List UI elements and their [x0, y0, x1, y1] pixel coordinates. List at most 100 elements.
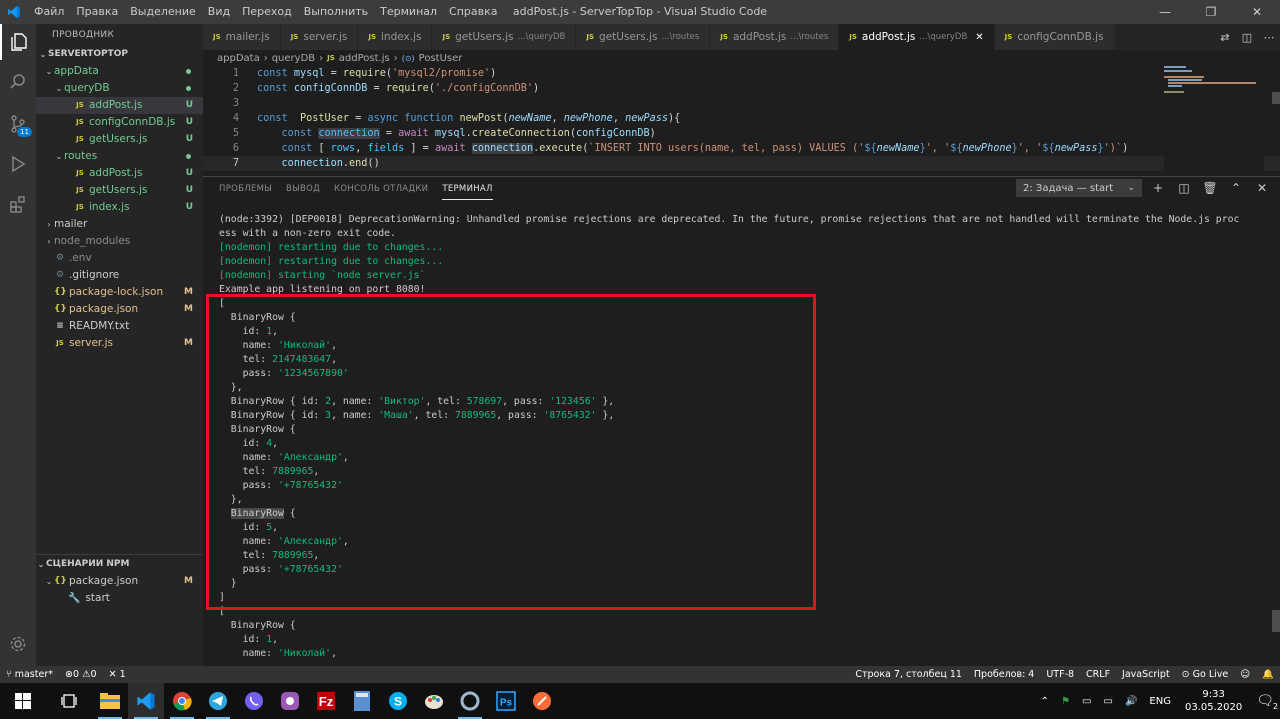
tree-item[interactable]: ⌄ routes: [36, 148, 203, 165]
encoding[interactable]: UTF-8: [1040, 669, 1080, 680]
trash-icon[interactable]: 🗑: [1200, 181, 1220, 195]
npm-script-item[interactable]: 🔧 start: [36, 590, 203, 607]
battery-icon[interactable]: ▭: [1076, 696, 1097, 707]
run-debug-icon[interactable]: [0, 146, 36, 182]
menu-item[interactable]: Вид: [202, 0, 236, 24]
language-mode[interactable]: JavaScript: [1116, 669, 1176, 680]
compare-changes-icon[interactable]: ⇄: [1214, 31, 1236, 44]
bell-icon[interactable]: 🔔: [1256, 669, 1280, 680]
menu-item[interactable]: Терминал: [374, 0, 443, 24]
terminal-select[interactable]: 2: Задача — start ⌄: [1016, 179, 1142, 197]
search-icon[interactable]: [0, 64, 36, 100]
vscode-taskbar-icon[interactable]: [128, 683, 164, 719]
explorer-icon[interactable]: [0, 24, 36, 60]
tree-item[interactable]: {} package-lock.json M: [36, 284, 203, 301]
tree-item[interactable]: JS addPost.js U: [36, 97, 203, 114]
task-view-icon[interactable]: [46, 683, 92, 719]
menu-item[interactable]: Правка: [70, 0, 124, 24]
postman-taskbar-icon[interactable]: [524, 683, 560, 719]
tree-item[interactable]: JS configConnDB.js U: [36, 114, 203, 131]
panel-tab[interactable]: ТЕРМИНАЛ: [442, 179, 493, 200]
menu-item[interactable]: Переход: [236, 0, 298, 24]
editor-tab[interactable]: JS getUsers.js ...\queryDB: [432, 24, 577, 50]
breadcrumb-item[interactable]: addPost.js: [339, 53, 390, 64]
tree-item[interactable]: ⌄ queryDB: [36, 80, 203, 97]
settings-gear-icon[interactable]: [0, 626, 36, 662]
clock[interactable]: 9:33 03.05.2020: [1177, 688, 1250, 714]
editor-tab[interactable]: JS addPost.js ...\routes: [710, 24, 840, 50]
network-icon[interactable]: ▭: [1097, 696, 1118, 707]
minimize-icon[interactable]: —: [1142, 0, 1188, 24]
tree-item[interactable]: › node_modules: [36, 233, 203, 250]
split-editor-icon[interactable]: ◫: [1236, 31, 1258, 44]
editor-tab[interactable]: JS configConnDB.js: [994, 24, 1115, 50]
notifications-icon[interactable]: 🗨 2: [1250, 693, 1280, 711]
tree-item[interactable]: JS server.js M: [36, 335, 203, 352]
paint-taskbar-icon[interactable]: [416, 683, 452, 719]
chevron-up-icon[interactable]: ⌃: [1035, 696, 1055, 707]
new-terminal-icon[interactable]: +: [1148, 181, 1168, 195]
npm-scripts-header[interactable]: ⌄ СЦЕНАРИИ NPM: [36, 555, 203, 573]
tools-indicator[interactable]: ✕ 1: [103, 669, 132, 680]
feedback-icon[interactable]: ☺: [1234, 669, 1256, 680]
split-terminal-icon[interactable]: ◫: [1174, 181, 1194, 195]
close-panel-icon[interactable]: ✕: [1252, 181, 1272, 195]
chrome-taskbar-icon[interactable]: [164, 683, 200, 719]
editor-tab[interactable]: JS addPost.js ...\queryDB ✕: [839, 24, 995, 50]
file-explorer-taskbar-icon[interactable]: [92, 683, 128, 719]
viber-taskbar-icon[interactable]: [236, 683, 272, 719]
end-of-line[interactable]: CRLF: [1080, 669, 1116, 680]
app-circle-taskbar-icon[interactable]: [452, 683, 488, 719]
menu-item[interactable]: Выделение: [124, 0, 202, 24]
menu-item[interactable]: Файл: [28, 0, 70, 24]
minimap[interactable]: [1164, 66, 1264, 174]
more-actions-icon[interactable]: ⋯: [1258, 31, 1280, 44]
terminal-scrollbar[interactable]: [1272, 610, 1280, 632]
git-branch[interactable]: ⑂ master*: [0, 669, 59, 680]
tree-item[interactable]: ⚙ .gitignore: [36, 267, 203, 284]
extensions-icon[interactable]: [0, 186, 36, 222]
skype-taskbar-icon[interactable]: S: [380, 683, 416, 719]
editor-tab[interactable]: JS server.js: [280, 24, 359, 50]
cursor-position[interactable]: Строка 7, столбец 11: [849, 669, 968, 680]
editor-tab[interactable]: JS index.js: [358, 24, 433, 50]
panel-tab[interactable]: КОНСОЛЬ ОТЛАДКИ: [334, 177, 428, 201]
app-purple-taskbar-icon[interactable]: [272, 683, 308, 719]
flag-icon[interactable]: ⚑: [1055, 696, 1076, 707]
problems-indicator[interactable]: ⊗0 ⚠0: [59, 669, 103, 680]
indentation[interactable]: Пробелов: 4: [968, 669, 1040, 680]
keyboard-language[interactable]: ENG: [1143, 696, 1177, 707]
tree-item[interactable]: ⌄ appData: [36, 63, 203, 80]
breadcrumb-item[interactable]: PostUser: [419, 53, 463, 64]
telegram-taskbar-icon[interactable]: [200, 683, 236, 719]
photoshop-taskbar-icon[interactable]: Ps: [488, 683, 524, 719]
close-icon[interactable]: ✕: [1234, 0, 1280, 24]
volume-icon[interactable]: 🔊: [1119, 696, 1143, 707]
breadcrumb-item[interactable]: queryDB: [272, 53, 315, 64]
restore-icon[interactable]: ❐: [1188, 0, 1234, 24]
editor-tab[interactable]: JS getUsers.js ...\routes: [576, 24, 711, 50]
calculator-taskbar-icon[interactable]: [344, 683, 380, 719]
tree-item[interactable]: JS addPost.js U: [36, 165, 203, 182]
code-editor[interactable]: 1 const mysql = require('mysql2/promise')…: [203, 66, 1280, 174]
go-live-button[interactable]: ⊙ Go Live: [1176, 669, 1235, 680]
tree-item[interactable]: JS getUsers.js U: [36, 131, 203, 148]
menu-item[interactable]: Выполнить: [298, 0, 374, 24]
tab-close-icon[interactable]: ✕: [975, 32, 983, 43]
breadcrumb-item[interactable]: appData: [217, 53, 260, 64]
windows-start-icon[interactable]: [0, 683, 46, 719]
source-control-icon[interactable]: 11: [0, 106, 36, 142]
filezilla-taskbar-icon[interactable]: Fz: [308, 683, 344, 719]
editor-scrollbar[interactable]: [1272, 92, 1280, 104]
tree-item[interactable]: ≡ READMY.txt: [36, 318, 203, 335]
tree-item[interactable]: {} package.json M: [36, 301, 203, 318]
tree-item[interactable]: › mailer: [36, 216, 203, 233]
project-root[interactable]: ⌄ SERVERTOPTOP: [36, 46, 203, 63]
panel-tab[interactable]: ПРОБЛЕМЫ: [219, 177, 272, 201]
tree-item[interactable]: JS index.js U: [36, 199, 203, 216]
panel-tab[interactable]: ВЫВОД: [286, 177, 320, 201]
menu-item[interactable]: Справка: [443, 0, 503, 24]
maximize-panel-icon[interactable]: ⌃: [1226, 181, 1246, 195]
tree-item[interactable]: ⚙ .env: [36, 250, 203, 267]
tree-item[interactable]: JS getUsers.js U: [36, 182, 203, 199]
